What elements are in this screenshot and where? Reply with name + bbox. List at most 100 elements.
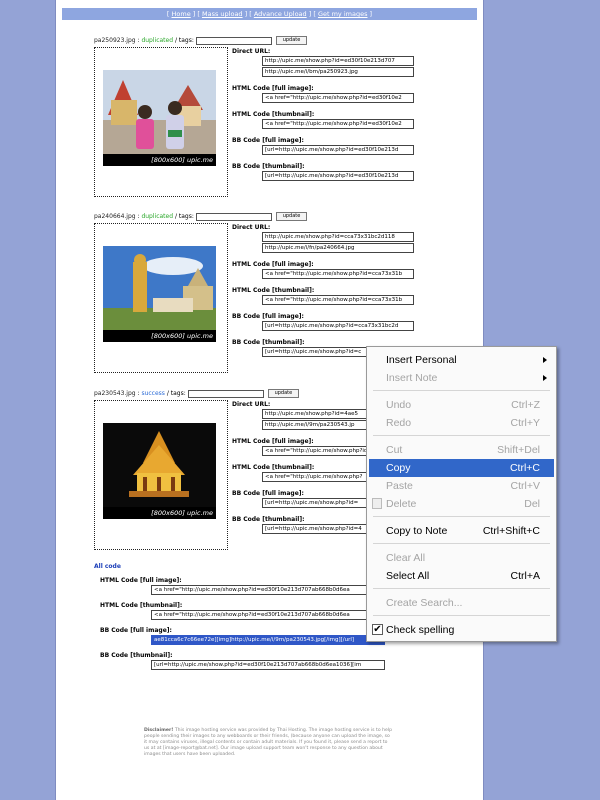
code-fields: Direct URL: http://upic.me/show.php?id=c… (232, 223, 414, 358)
direct-url-field[interactable]: http://upic.me/show.php?id=cca73x31bc2d1… (262, 232, 414, 242)
thumbnail-frame: [800x600] upic.me (94, 223, 228, 373)
disclaimer-title: Disclaimer! (144, 728, 174, 733)
status-label: success (141, 390, 165, 397)
menu-item-paste[interactable]: Paste Ctrl+V (369, 477, 554, 495)
menu-label: Clear All (386, 552, 426, 564)
photo-girls-temple (103, 70, 216, 166)
filename: pa240664.jpg (94, 213, 136, 220)
nav-link-advance-upload[interactable]: Advance Upload (254, 10, 307, 18)
thumbnail-image[interactable]: [800x600] upic.me (103, 70, 216, 166)
menu-label: Insert Note (386, 372, 438, 384)
menu-shortcut: Ctrl+A (510, 570, 540, 582)
tags-label: / tags: (173, 213, 194, 220)
html-thumb-label: HTML Code [thumbnail]: (232, 111, 315, 118)
menu-item-check-spelling[interactable]: ✔ Check spelling (369, 621, 554, 639)
menu-item-clear-all[interactable]: Clear All (369, 549, 554, 567)
menu-label: Undo (386, 399, 412, 411)
menu-item-insert-personal[interactable]: Insert Personal (369, 351, 554, 369)
menu-label: Paste (386, 480, 413, 492)
tags-label: / tags: (164, 390, 186, 397)
direct-url-field[interactable]: http://upic.me/i/fn/pa240664.jpg (262, 243, 414, 253)
menu-item-insert-note[interactable]: Insert Note (369, 369, 554, 387)
tags-input[interactable] (187, 389, 264, 398)
menu-item-select-all[interactable]: Select All Ctrl+A (369, 567, 554, 585)
menu-label: Redo (386, 417, 412, 429)
menu-separator (373, 615, 550, 616)
menu-label: Cut (386, 444, 403, 456)
menu-shortcut: Ctrl+V (510, 480, 540, 492)
menu-separator (373, 435, 550, 436)
menu-separator (373, 390, 550, 391)
submenu-arrow-icon (543, 357, 547, 363)
menu-shortcut: Ctrl+Y (510, 417, 540, 429)
nav-link-home[interactable]: Home (172, 10, 191, 18)
bb-full-field[interactable]: [url=http://upic.me/show.php?id=ed30f10e… (262, 145, 414, 155)
submenu-arrow-icon (543, 375, 547, 381)
menu-label: Copy to Note (386, 525, 448, 537)
menu-item-copy-to-note[interactable]: Copy to Note Ctrl+Shift+C (369, 522, 554, 540)
html-full-field[interactable]: <a href="http://upic.me/show.php?id=cca7… (262, 269, 414, 279)
image-header: pa230543.jpg : success / tags: update (94, 389, 300, 399)
menu-label: Select All (386, 570, 430, 582)
update-button[interactable]: update (275, 212, 308, 221)
context-menu: Insert Personal Insert Note Undo Ctrl+Z R… (366, 346, 557, 642)
update-button[interactable]: update (267, 389, 300, 398)
html-full-label: HTML Code [full image]: (232, 85, 314, 92)
menu-shortcut: Del (524, 498, 540, 510)
nav-bracket: ] [ (242, 10, 254, 18)
html-full-field[interactable]: <a href="http://upic.me/show.php?id=ed30… (262, 93, 414, 103)
all-html-thumb-field[interactable]: <a href="http://upic.me/show.php?id=ed30… (151, 610, 385, 620)
nav-link-get-my-images[interactable]: Get my images (318, 10, 368, 18)
image-block-1: pa250923.jpg : duplicated / tags: update (56, 36, 483, 201)
status-label: duplicated (141, 37, 174, 44)
filename: pa250923.jpg (94, 37, 136, 44)
thumbnail-image[interactable]: [800x600] upic.me (103, 423, 216, 519)
html-thumb-field[interactable]: <a href="http://upic.me/show.php?id=ed30… (262, 119, 414, 129)
delete-icon (372, 498, 382, 509)
menu-label: Check spelling (386, 624, 455, 636)
image-header: pa240664.jpg : duplicated / tags: update (94, 212, 308, 222)
html-full-label: HTML Code [full image]: (232, 261, 314, 268)
nav-bracket: ] [ (306, 10, 318, 18)
bb-thumb-field[interactable]: [url=http://upic.me/show.php?id=ed30f10e… (262, 171, 414, 181)
menu-separator (373, 588, 550, 589)
top-navigation: [ Home ] [ Mass upload ] [ Advance Uploa… (62, 8, 477, 20)
bb-full-field[interactable]: [url=http://upic.me/show.php?id=cca73x31… (262, 321, 414, 331)
nav-bracket: ] (367, 10, 373, 18)
html-thumb-field[interactable]: <a href="http://upic.me/show.php?id=cca7… (262, 295, 414, 305)
nav-bracket: ] [ (190, 10, 202, 18)
menu-item-create-search[interactable]: Create Search... (369, 594, 554, 612)
thumbnail-frame: [800x600] upic.me (94, 47, 228, 197)
direct-url-field[interactable]: http://upic.me/i/bm/pa250923.jpg (262, 67, 414, 77)
direct-url-label: Direct URL: (232, 48, 271, 55)
code-fields: Direct URL: http://upic.me/show.php?id=e… (232, 47, 414, 182)
disclaimer: Disclaimer! This image hosting service w… (144, 728, 394, 758)
bb-full-label: BB Code [full image]: (232, 313, 304, 320)
menu-item-cut[interactable]: Cut Shift+Del (369, 441, 554, 459)
direct-url-field[interactable]: http://upic.me/show.php?id=ed30f10e213d7… (262, 56, 414, 66)
menu-item-copy[interactable]: Copy Ctrl+C (369, 459, 554, 477)
menu-item-redo[interactable]: Redo Ctrl+Y (369, 414, 554, 432)
status-label: duplicated (141, 213, 174, 220)
all-bb-full-field[interactable]: ae81cca6c7c66ee72e][img]http://upic.me/i… (151, 635, 385, 645)
menu-item-undo[interactable]: Undo Ctrl+Z (369, 396, 554, 414)
html-thumb-label: HTML Code [thumbnail]: (232, 287, 315, 294)
menu-label: Insert Personal (386, 354, 457, 366)
nav-link-mass-upload[interactable]: Mass upload (202, 10, 243, 18)
checkbox-checked-icon: ✔ (372, 624, 383, 635)
tags-input[interactable] (195, 36, 272, 45)
thumbnail-image[interactable]: [800x600] upic.me (103, 246, 216, 342)
menu-item-delete[interactable]: Delete Del (369, 495, 554, 513)
menu-shortcut: Ctrl+C (509, 462, 540, 474)
all-bb-thumb-field[interactable]: [url=http://upic.me/show.php?id=ed30f10e… (151, 660, 385, 670)
menu-shortcut: Ctrl+Z (511, 399, 540, 411)
menu-shortcut: Ctrl+Shift+C (482, 525, 540, 537)
photo-buddha-statue (103, 246, 216, 342)
update-button[interactable]: update (275, 36, 308, 45)
tags-input[interactable] (195, 212, 272, 221)
image-caption: [800x600] upic.me (103, 330, 216, 342)
menu-separator (373, 516, 550, 517)
all-html-full-field[interactable]: <a href="http://upic.me/show.php?id=ed30… (151, 585, 385, 595)
tags-label: / tags: (173, 37, 194, 44)
menu-label: Delete (386, 498, 417, 510)
